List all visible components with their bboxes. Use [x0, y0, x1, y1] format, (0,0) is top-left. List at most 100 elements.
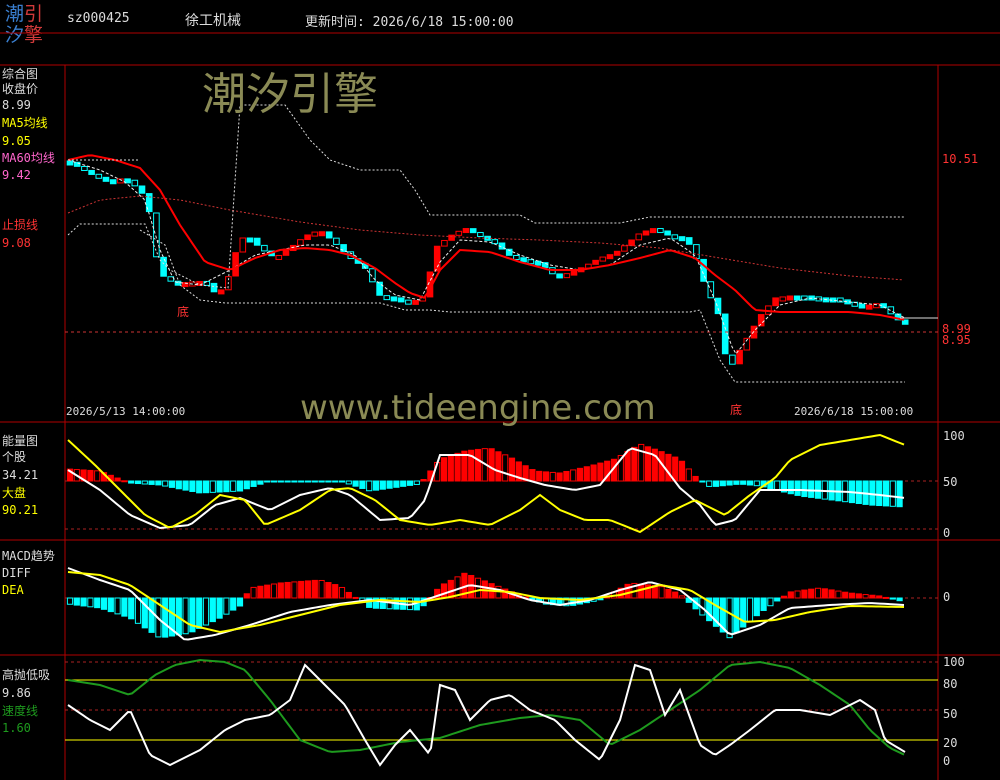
candle [714, 297, 722, 315]
macd-bar [338, 586, 346, 599]
macd-bar [774, 597, 781, 602]
energy-bar [440, 457, 448, 482]
macd-bar [209, 597, 216, 623]
candle [628, 239, 635, 247]
candle [534, 260, 542, 266]
energy-bar [94, 470, 101, 482]
macd-bar [250, 586, 257, 599]
energy-bar [366, 480, 373, 492]
axis-label-macd: 0 [943, 590, 951, 604]
candle [297, 239, 304, 246]
candle [138, 185, 146, 194]
stock-energy-label: 个股 [2, 450, 27, 464]
energy-bar [876, 480, 883, 507]
energy-bar [563, 471, 570, 482]
macd-bar [134, 597, 142, 624]
macd-bar [257, 585, 264, 599]
macd-bar [855, 593, 862, 599]
energy-bar [495, 451, 502, 482]
energy-bar [359, 480, 366, 489]
energy-bar [223, 480, 230, 493]
macd-bar [270, 583, 278, 599]
macd-bar [100, 597, 108, 610]
energy-bar [712, 480, 720, 487]
axis-label-price: 10.51 [942, 152, 979, 166]
macd-bar [740, 597, 747, 628]
candle [649, 228, 657, 234]
energy-bar [665, 453, 672, 482]
energy-bar [332, 480, 339, 483]
candle [455, 230, 463, 236]
macd-bar [678, 595, 686, 599]
market-energy-label: 大盘 [2, 486, 27, 500]
energy-bar [542, 471, 550, 482]
candle [592, 259, 599, 265]
close-label: 收盘价 [2, 82, 39, 96]
energy-bar [529, 469, 536, 482]
macd-bar [202, 597, 210, 626]
energy-bar [672, 456, 679, 482]
candle [729, 354, 736, 365]
speed-label: 速度线 [2, 704, 39, 718]
energy-bar [352, 480, 359, 487]
candle [606, 254, 614, 260]
candle [232, 252, 239, 277]
axis-label-sweep: 20 [943, 736, 958, 750]
sweep-value: 9.86 [2, 686, 31, 700]
candle [246, 237, 254, 243]
candle [261, 244, 268, 252]
energy-bar [726, 480, 733, 486]
energy-bar [746, 480, 754, 486]
candle [66, 160, 74, 166]
macd-bar [835, 590, 842, 599]
candle [304, 234, 311, 241]
macd-bar [658, 586, 665, 599]
energy-bar [277, 480, 284, 483]
macd-bar [889, 597, 896, 600]
candle [448, 234, 455, 241]
candle [693, 244, 700, 260]
stock-energy-value: 34.21 [2, 468, 39, 482]
macd-bar [223, 597, 230, 615]
energy-bar [692, 475, 699, 482]
energy-bar [318, 480, 325, 483]
speed-value: 1.60 [2, 721, 31, 735]
energy-bar [270, 480, 278, 483]
energy-bar [189, 480, 196, 492]
macd-bar [882, 596, 890, 599]
macd-bar [808, 588, 815, 599]
macd-bar [753, 597, 760, 617]
macd-bar [304, 580, 312, 599]
candle [73, 161, 81, 167]
candle [412, 299, 419, 305]
energy-bar [570, 469, 577, 482]
candle [433, 245, 441, 272]
energy-bar [87, 469, 94, 482]
macd-bar [828, 589, 835, 599]
candle [858, 303, 866, 309]
macd-bar [264, 584, 271, 599]
candle [563, 273, 571, 279]
candle [477, 231, 484, 237]
candle [318, 231, 326, 237]
ma5-line [67, 159, 905, 355]
candle [405, 299, 412, 305]
macd-bar [468, 574, 475, 599]
candle [779, 296, 787, 302]
candle [642, 230, 650, 236]
energy-bar [474, 448, 482, 482]
candle [541, 262, 549, 269]
candle [102, 176, 110, 182]
macd-bar [440, 583, 448, 599]
energy-bar [624, 450, 631, 482]
candle [887, 306, 895, 315]
energy-bar [447, 455, 454, 482]
energy-bar [678, 460, 686, 482]
candle [441, 239, 448, 247]
energy-bar [420, 479, 427, 482]
energy-bar [801, 480, 808, 498]
macd-bar [148, 597, 155, 633]
energy-bar [808, 480, 815, 498]
energy-bar [597, 462, 604, 482]
candle [109, 179, 117, 185]
